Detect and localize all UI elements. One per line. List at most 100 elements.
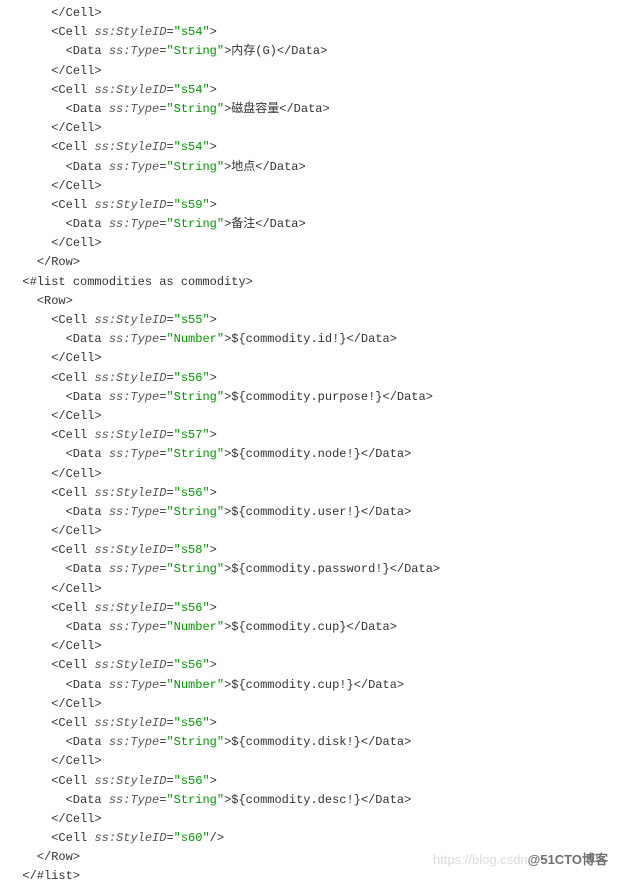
code-line: </Cell> — [8, 637, 610, 656]
code-line: <Cell ss:StyleID="s57"> — [8, 426, 610, 445]
code-token-attr-value: "s54" — [174, 140, 210, 154]
code-token-tag: <Cell — [51, 831, 94, 845]
code-token-attr-name: ss:StyleID — [94, 658, 166, 672]
code-token-attr-name: ss:Type — [109, 390, 159, 404]
code-token-tag: </Row> — [37, 255, 80, 269]
code-token-attr-value: "s59" — [174, 198, 210, 212]
code-token-tag: </Cell> — [51, 639, 101, 653]
code-token-attr-value: "s57" — [174, 428, 210, 442]
code-line: <Data ss:Type="String">${commodity.disk!… — [8, 733, 610, 752]
code-token-tag: </Data> — [346, 620, 396, 634]
code-token-attr-name: ss:Type — [109, 44, 159, 58]
code-line: <Cell ss:StyleID="s55"> — [8, 311, 610, 330]
code-line: </Cell> — [8, 695, 610, 714]
code-token-template-expr: ${commodity.disk!} — [231, 735, 361, 749]
code-token-tag: </Data> — [361, 793, 411, 807]
code-token-attr-value: "s56" — [174, 774, 210, 788]
code-token-tag: /> — [210, 831, 224, 845]
code-token-tag: = — [159, 793, 166, 807]
code-token-text-content: 备注 — [231, 217, 255, 231]
code-line: <Data ss:Type="String">备注</Data> — [8, 215, 610, 234]
code-token-tag: <Data — [66, 160, 109, 174]
code-token-attr-name: ss:StyleID — [94, 543, 166, 557]
code-token-attr-name: ss:StyleID — [94, 486, 166, 500]
code-token-tag: = — [166, 140, 173, 154]
code-token-template-expr: ${commodity.id!} — [231, 332, 346, 346]
code-token-tag: <Data — [66, 678, 109, 692]
code-token-tag: <Cell — [51, 658, 94, 672]
code-token-tag: <Cell — [51, 313, 94, 327]
code-token-text-content: 磁盘容量 — [231, 102, 279, 116]
code-line: <Cell ss:StyleID="s54"> — [8, 138, 610, 157]
code-token-tag: = — [166, 313, 173, 327]
code-token-attr-name: ss:Type — [109, 505, 159, 519]
code-token-tag: <Data — [66, 562, 109, 576]
code-token-tag: = — [166, 716, 173, 730]
code-token-tag: = — [166, 543, 173, 557]
code-token-tag: </Cell> — [51, 351, 101, 365]
code-token-attr-value: "s56" — [174, 601, 210, 615]
code-token-tag: > — [210, 140, 217, 154]
code-token-tag: <Data — [66, 447, 109, 461]
code-token-tag: > — [210, 543, 217, 557]
code-token-tag: <#list commodities as commodity> — [22, 275, 252, 289]
code-token-attr-value: "String" — [166, 102, 224, 116]
code-token-tag: <Data — [66, 390, 109, 404]
code-token-attr-value: "Number" — [166, 332, 224, 346]
code-token-attr-value: "s56" — [174, 371, 210, 385]
code-token-text-content: 地点 — [231, 160, 255, 174]
code-line: <Data ss:Type="String">${commodity.node!… — [8, 445, 610, 464]
code-token-tag: <Cell — [51, 198, 94, 212]
code-token-attr-value: "String" — [166, 562, 224, 576]
code-token-tag: = — [166, 428, 173, 442]
code-token-attr-value: "String" — [166, 44, 224, 58]
code-token-attr-value: "String" — [166, 160, 224, 174]
code-token-tag: = — [166, 83, 173, 97]
code-token-tag: > — [210, 371, 217, 385]
code-token-attr-value: "s56" — [174, 716, 210, 730]
code-token-tag: <Cell — [51, 428, 94, 442]
code-token-attr-value: "s54" — [174, 83, 210, 97]
code-token-attr-value: "String" — [166, 447, 224, 461]
code-token-tag: </Cell> — [51, 582, 101, 596]
code-token-attr-value: "s55" — [174, 313, 210, 327]
code-token-tag: <Data — [66, 102, 109, 116]
code-token-tag: </Data> — [383, 390, 433, 404]
code-line: <Data ss:Type="String">内存(G)</Data> — [8, 42, 610, 61]
code-token-attr-name: ss:StyleID — [94, 716, 166, 730]
code-line: <Cell ss:StyleID="s56"> — [8, 656, 610, 675]
code-token-attr-name: ss:Type — [109, 102, 159, 116]
code-token-tag: </Cell> — [51, 236, 101, 250]
code-line: <Cell ss:StyleID="s56"> — [8, 369, 610, 388]
code-token-tag: <Data — [66, 217, 109, 231]
code-token-attr-name: ss:Type — [109, 217, 159, 231]
code-line: </Cell> — [8, 234, 610, 253]
code-token-attr-value: "String" — [166, 505, 224, 519]
code-line: <Data ss:Type="Number">${commodity.cup!}… — [8, 676, 610, 695]
code-line: <Row> — [8, 292, 610, 311]
code-token-template-expr: ${commodity.desc!} — [231, 793, 361, 807]
code-token-tag: > — [224, 793, 231, 807]
code-line: </Cell> — [8, 522, 610, 541]
code-token-template-expr: ${commodity.user!} — [231, 505, 361, 519]
code-line: <Cell ss:StyleID="s54"> — [8, 81, 610, 100]
code-token-tag: <Cell — [51, 543, 94, 557]
code-line: </Cell> — [8, 177, 610, 196]
code-line: <Data ss:Type="Number">${commodity.id!}<… — [8, 330, 610, 349]
code-token-tag: <Data — [66, 735, 109, 749]
code-token-attr-value: "s58" — [174, 543, 210, 557]
code-token-tag: > — [210, 601, 217, 615]
code-token-tag: </Data> — [346, 332, 396, 346]
code-line: </Cell> — [8, 810, 610, 829]
code-token-tag: = — [166, 601, 173, 615]
code-token-attr-value: "s56" — [174, 486, 210, 500]
code-token-template-expr: ${commodity.password!} — [231, 562, 389, 576]
code-token-attr-name: ss:Type — [109, 447, 159, 461]
code-token-attr-name: ss:StyleID — [94, 371, 166, 385]
code-token-attr-value: "String" — [166, 735, 224, 749]
code-token-tag: </Data> — [277, 44, 327, 58]
code-token-template-expr: ${commodity.purpose!} — [231, 390, 382, 404]
code-line: </Cell> — [8, 465, 610, 484]
code-token-attr-name: ss:StyleID — [94, 198, 166, 212]
code-line: </Cell> — [8, 62, 610, 81]
